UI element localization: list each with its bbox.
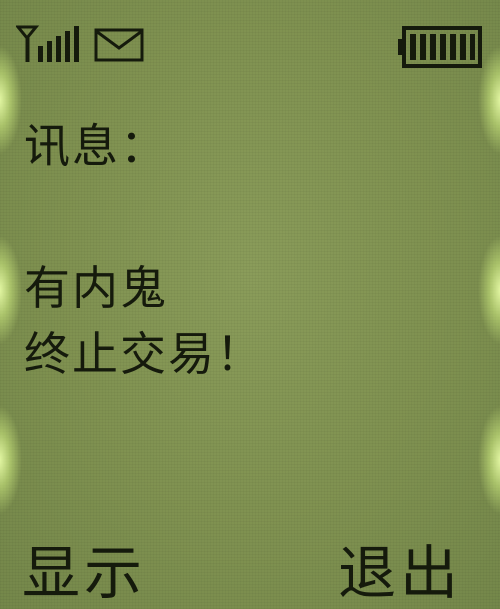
message-line: 有内鬼 — [24, 261, 168, 315]
status-bar — [0, 0, 500, 80]
message-heading: 讯息： — [24, 119, 168, 173]
backlight-glow — [478, 235, 500, 345]
backlight-glow — [0, 405, 22, 515]
envelope-icon — [94, 28, 144, 62]
phone-screen: 讯息： 有内鬼 终止交易！ 显示 退出 — [0, 0, 500, 609]
backlight-glow — [0, 235, 22, 345]
message-line: 终止交易！ — [24, 327, 264, 381]
signal-strength-icon — [16, 25, 79, 62]
battery-full-icon — [398, 26, 482, 68]
backlight-glow — [478, 405, 500, 515]
exit-softkey[interactable]: 退出 — [338, 538, 462, 608]
show-softkey[interactable]: 显示 — [22, 538, 146, 608]
message-body: 有内鬼 终止交易！ — [24, 255, 264, 387]
